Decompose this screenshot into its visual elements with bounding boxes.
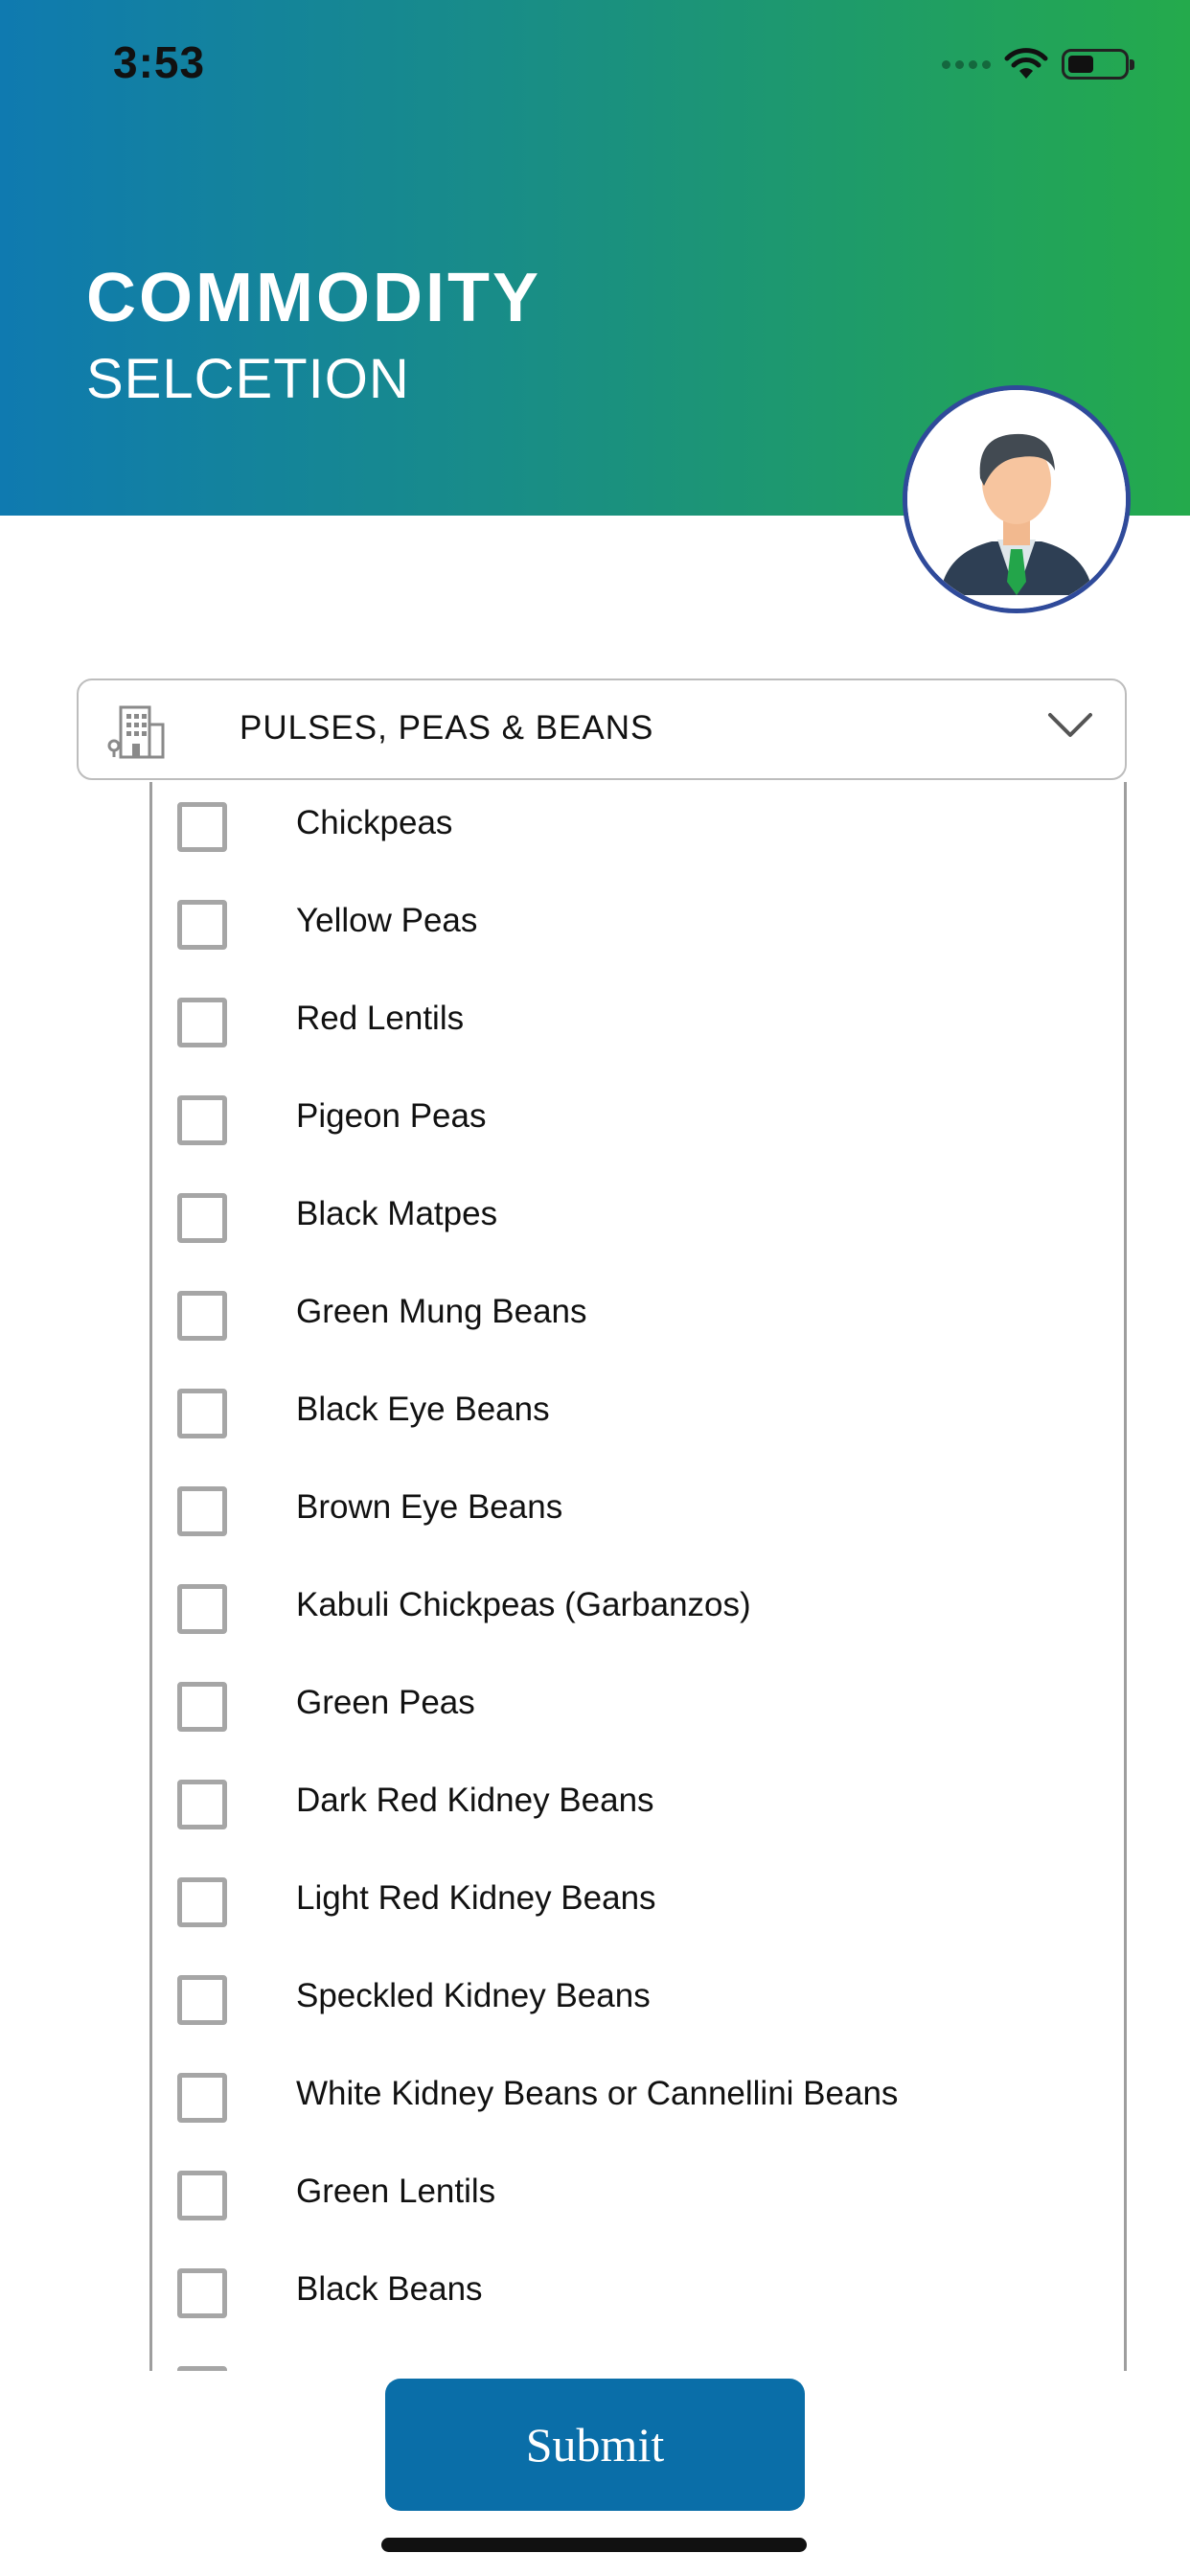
list-item[interactable]: Light Red Kidney Beans	[152, 1857, 1124, 1955]
building-icon	[107, 705, 165, 759]
checkbox[interactable]	[177, 1291, 227, 1341]
list-item-label: Light Red Kidney Beans	[296, 1879, 656, 1917]
list-item-label: Black Eye Beans	[296, 1391, 550, 1428]
list-item-label: Red Lentils	[296, 1000, 465, 1037]
list-item-label: Kabuli Chickpeas (Garbanzos)	[296, 1586, 751, 1623]
checkbox[interactable]	[177, 2268, 227, 2318]
list-item[interactable]: Kabuli Chickpeas (Garbanzos)	[152, 1564, 1124, 1662]
commodity-checklist[interactable]: Chickpeas Yellow Peas Red Lentils Pigeon…	[149, 782, 1127, 2371]
list-item[interactable]: Black Beans	[152, 2248, 1124, 2346]
list-item[interactable]: Green Mung Beans	[152, 1271, 1124, 1368]
dropdown-selected-label: PULSES, PEAS & BEANS	[240, 709, 654, 747]
checkbox[interactable]	[177, 2171, 227, 2220]
wifi-icon	[1004, 48, 1048, 79]
list-item-label: Green Mung Beans	[296, 1293, 587, 1330]
list-item[interactable]: Pigeon Peas	[152, 1075, 1124, 1173]
checkbox[interactable]	[177, 1389, 227, 1438]
list-item-label: Speckled Kidney Beans	[296, 1977, 651, 2014]
checkbox[interactable]	[177, 998, 227, 1047]
list-item-label: Black Beans	[296, 2270, 483, 2308]
checkbox[interactable]	[177, 1486, 227, 1536]
list-item-label: Chickpeas	[296, 804, 453, 841]
list-item-label: Dark Red Kidney Beans	[296, 1782, 654, 1819]
submit-button[interactable]: Submit	[385, 2379, 805, 2511]
list-item[interactable]: Green Lentils	[152, 2150, 1124, 2248]
list-item[interactable]: Brown Eye Beans	[152, 1466, 1124, 1564]
checkbox[interactable]	[177, 900, 227, 950]
checkbox[interactable]	[177, 1877, 227, 1927]
list-item[interactable]: White Kidney Beans or Cannellini Beans	[152, 2053, 1124, 2150]
list-item-label: Black Matpes	[296, 1195, 498, 1232]
list-item[interactable]: Green Peas	[152, 1662, 1124, 1760]
status-icons	[942, 42, 1134, 86]
list-item[interactable]: Dark Red Kidney Beans	[152, 1760, 1124, 1857]
checkbox[interactable]	[177, 2073, 227, 2123]
chevron-down-icon[interactable]	[1046, 711, 1094, 740]
avatar[interactable]	[903, 385, 1131, 613]
checkbox[interactable]	[177, 1975, 227, 2025]
checkbox[interactable]	[177, 802, 227, 852]
list-item-label: White Kidney Beans or Cannellini Beans	[296, 2075, 899, 2112]
list-item-label: Pigeon Peas	[296, 1097, 487, 1135]
user-avatar-icon	[907, 390, 1126, 609]
list-item[interactable]: Black Eye Beans	[152, 1368, 1124, 1466]
commodity-category-dropdown[interactable]: PULSES, PEAS & BEANS	[77, 678, 1127, 780]
checkbox[interactable]	[177, 2366, 227, 2371]
checkbox[interactable]	[177, 1584, 227, 1634]
page-subtitle: SELCETION	[86, 348, 410, 410]
list-item[interactable]: Black Matpes	[152, 1173, 1124, 1271]
list-item-partial[interactable]	[152, 2346, 1124, 2371]
status-time: 3:53	[113, 37, 206, 87]
checkbox[interactable]	[177, 1682, 227, 1732]
battery-icon	[1062, 49, 1134, 80]
list-item[interactable]: Speckled Kidney Beans	[152, 1955, 1124, 2053]
list-item-label: Yellow Peas	[296, 902, 478, 939]
list-item[interactable]: Yellow Peas	[152, 880, 1124, 978]
list-item-label: Green Peas	[296, 1684, 475, 1721]
checkbox[interactable]	[177, 1780, 227, 1829]
list-item-label: Green Lentils	[296, 2173, 496, 2210]
checkbox[interactable]	[177, 1193, 227, 1243]
list-item-label: Brown Eye Beans	[296, 1488, 563, 1526]
home-indicator[interactable]	[381, 2538, 807, 2552]
list-item[interactable]: Chickpeas	[152, 782, 1124, 880]
cellular-signal-icon	[942, 59, 991, 69]
page-title: COMMODITY	[86, 260, 541, 336]
checkbox[interactable]	[177, 1095, 227, 1145]
list-item[interactable]: Red Lentils	[152, 978, 1124, 1075]
